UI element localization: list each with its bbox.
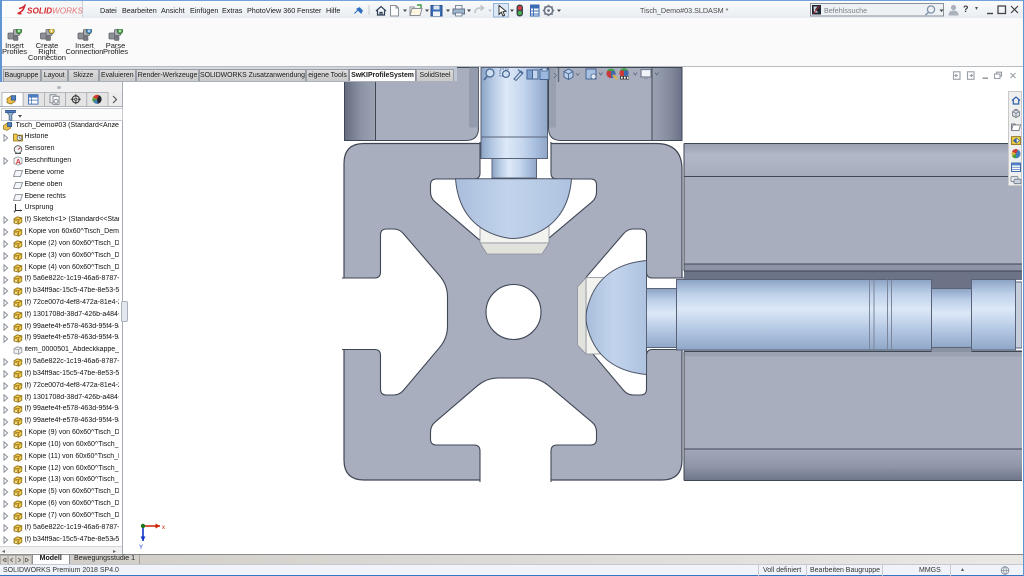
svg-text:x: x (162, 525, 165, 531)
svg-text:A: A (15, 159, 20, 166)
svg-text:Y: Y (139, 545, 143, 551)
